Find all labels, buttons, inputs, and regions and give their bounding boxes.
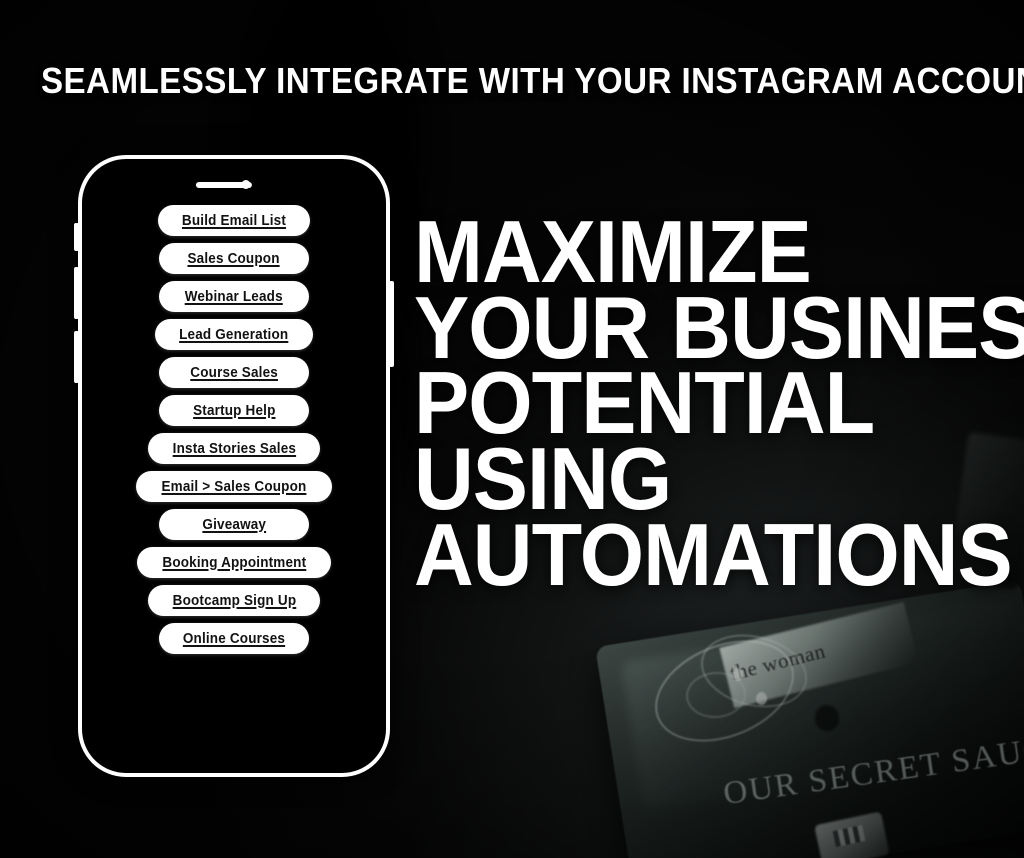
page-title: SEAMLESSLY INTEGRATE WITH YOUR INSTAGRAM… bbox=[40, 60, 1024, 101]
link-button[interactable]: Webinar Leads bbox=[159, 281, 309, 312]
link-button[interactable]: Lead Generation bbox=[155, 319, 313, 350]
link-button-label: Email > Sales Coupon bbox=[161, 478, 307, 495]
link-button-label: Webinar Leads bbox=[184, 288, 284, 305]
phone-power-button[interactable] bbox=[389, 281, 394, 367]
phone-screen-link-list: Build Email List Sales Coupon Webinar Lead… bbox=[82, 205, 386, 781]
link-button[interactable]: Sales Coupon bbox=[159, 243, 309, 274]
headline: MAXIMIZE YOUR BUSINESS POTENTIAL USING AUTOM… bbox=[414, 208, 1024, 604]
link-button[interactable]: Email > Sales Coupon bbox=[136, 471, 332, 502]
link-button-label: Bootcamp Sign Up bbox=[172, 592, 296, 609]
phone-volume-down-button[interactable] bbox=[74, 331, 79, 383]
phone-mockup: Build Email List Sales Coupon Webinar Lead… bbox=[74, 155, 394, 777]
link-button[interactable]: Booking Appointment bbox=[136, 547, 332, 578]
link-button-label: Startup Help bbox=[192, 402, 276, 419]
poster-canvas: the woman OUR SECRET SAUCE SEAMLESSLY IN… bbox=[0, 0, 1024, 858]
link-button-label: Course Sales bbox=[190, 364, 278, 381]
link-button[interactable]: Bootcamp Sign Up bbox=[147, 585, 321, 616]
link-button[interactable]: Insta Stories Sales bbox=[147, 433, 321, 464]
link-button-label: Build Email List bbox=[181, 212, 287, 229]
phone-volume-up-button[interactable] bbox=[74, 267, 79, 319]
link-button[interactable]: Online Courses bbox=[159, 623, 309, 654]
phone-camera-icon bbox=[241, 180, 251, 189]
headline-line: AUTOMATIONS bbox=[414, 504, 1013, 604]
link-button-label: Online Courses bbox=[182, 630, 286, 647]
earbud-icon bbox=[732, 668, 743, 681]
link-button[interactable]: Course Sales bbox=[159, 357, 309, 388]
link-button-label: Sales Coupon bbox=[187, 250, 281, 267]
link-button-label: Giveaway bbox=[202, 516, 266, 533]
link-button[interactable]: Giveaway bbox=[159, 509, 309, 540]
link-button-label: Lead Generation bbox=[179, 326, 289, 343]
link-button-label: Insta Stories Sales bbox=[172, 440, 296, 457]
link-button-label: Booking Appointment bbox=[162, 554, 306, 571]
earbud-icon-2 bbox=[756, 692, 767, 705]
link-button[interactable]: Startup Help bbox=[159, 395, 309, 426]
phone-mute-switch[interactable] bbox=[74, 223, 79, 251]
link-button[interactable]: Build Email List bbox=[158, 205, 310, 236]
